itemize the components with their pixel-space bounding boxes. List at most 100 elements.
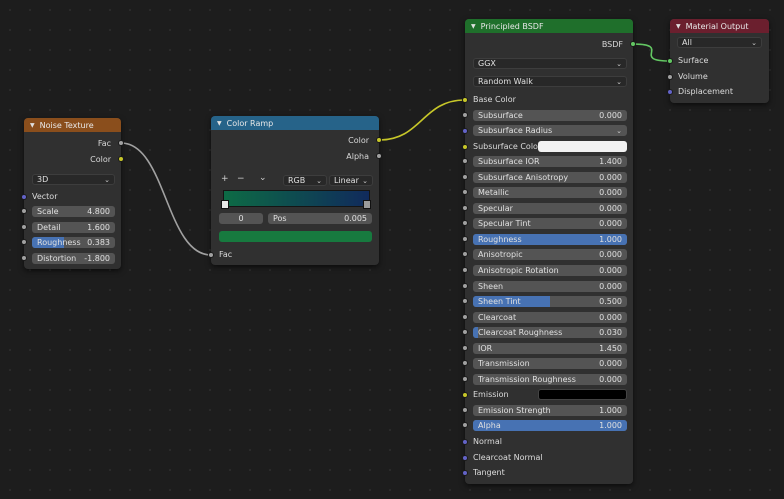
sheen-input-socket[interactable] (462, 283, 468, 289)
subsurface-input-socket[interactable] (462, 112, 468, 118)
clearcoat-roughness-input-socket[interactable] (462, 329, 468, 335)
clearcoat-field[interactable]: Clearcoat 0.000 (473, 312, 627, 323)
roughness-label: Roughness (478, 235, 522, 244)
transmission-roughness-field[interactable]: Transmission Roughness 0.000 (473, 374, 627, 385)
volume-input-socket[interactable] (667, 74, 673, 80)
color-output-socket[interactable] (376, 137, 382, 143)
subsurface-label: Subsurface (478, 111, 523, 120)
surface-input-socket[interactable] (667, 58, 673, 64)
roughness-input-socket[interactable] (462, 236, 468, 242)
fac-input-socket[interactable] (208, 252, 214, 258)
clearcoat-roughness-field[interactable]: Clearcoat Roughness 0.030 (473, 327, 627, 338)
scale-input-socket[interactable] (21, 208, 27, 214)
emission-color-swatch[interactable] (538, 389, 627, 400)
active-stop-color-swatch[interactable] (219, 231, 372, 242)
target-dropdown[interactable]: All ⌄ (677, 37, 762, 48)
alpha-value: 1.000 (599, 421, 622, 430)
anisotropic-field[interactable]: Anisotropic 0.000 (473, 249, 627, 260)
stop-index-field[interactable]: 0 (219, 213, 263, 224)
vector-label: Vector (32, 192, 58, 201)
base-color-input-socket[interactable] (462, 97, 468, 103)
dimension-dropdown[interactable]: 3D ⌄ (32, 174, 115, 185)
material-output-header[interactable]: ▼ Material Output (670, 19, 769, 33)
tangent-input-socket[interactable] (462, 470, 468, 476)
subsurface-radius-dropdown[interactable]: Subsurface Radius ⌄ (473, 125, 627, 136)
emission-input-socket[interactable] (462, 392, 468, 398)
distribution-dropdown[interactable]: GGX ⌄ (473, 58, 627, 69)
collapse-icon[interactable]: ▼ (676, 23, 681, 30)
metallic-input-socket[interactable] (462, 189, 468, 195)
distortion-field[interactable]: Distortion -1.800 (32, 253, 115, 264)
specular-tint-input-socket[interactable] (462, 220, 468, 226)
transmission-input-socket[interactable] (462, 360, 468, 366)
metallic-field[interactable]: Metallic 0.000 (473, 187, 627, 198)
ior-field[interactable]: IOR 1.450 (473, 343, 627, 354)
subsurface-field[interactable]: Subsurface 0.000 (473, 110, 627, 121)
anisotropic-rotation-field[interactable]: Anisotropic Rotation 0.000 (473, 265, 627, 276)
roughness-input-socket[interactable] (21, 239, 27, 245)
principled-bsdf-header[interactable]: ▼ Principled BSDF (465, 19, 633, 33)
subsurface-anisotropy-input-socket[interactable] (462, 174, 468, 180)
subsurface-anisotropy-field[interactable]: Subsurface Anisotropy 0.000 (473, 172, 627, 183)
emission-label: Emission (473, 390, 509, 399)
vector-input-socket[interactable] (21, 194, 27, 200)
ior-input-socket[interactable] (462, 345, 468, 351)
noise-texture-header[interactable]: ▼ Noise Texture (24, 118, 121, 132)
specular-input-socket[interactable] (462, 205, 468, 211)
subsurface-method-dropdown[interactable]: Random Walk ⌄ (473, 76, 627, 87)
color-ramp-header[interactable]: ▼ Color Ramp (211, 116, 379, 130)
color-mode-dropdown[interactable]: RGB ⌄ (283, 175, 327, 186)
color-ramp-node[interactable]: ▼ Color Ramp Color Alpha + − ⌄ RGB ⌄ Line… (208, 116, 382, 265)
subsurface-ior-field[interactable]: Subsurface IOR 1.400 (473, 156, 627, 167)
material-output-node[interactable]: ▼ Material Output All ⌄ Surface Volume Di… (667, 19, 769, 103)
anisotropic-input-socket[interactable] (462, 251, 468, 257)
anisotropic-value: 0.000 (599, 250, 622, 259)
add-stop-button[interactable]: + (221, 174, 229, 184)
collapse-icon[interactable]: ▼ (471, 23, 476, 30)
detail-field[interactable]: Detail 1.600 (32, 222, 115, 233)
sheen-tint-input-socket[interactable] (462, 298, 468, 304)
anisotropic-rotation-input-socket[interactable] (462, 267, 468, 273)
bsdf-output-socket[interactable] (630, 41, 636, 47)
subsurface-ior-input-socket[interactable] (462, 158, 468, 164)
color-ramp-gradient[interactable] (223, 190, 370, 207)
subsurface-color-input-socket[interactable] (462, 144, 468, 150)
alpha-input-socket[interactable] (462, 422, 468, 428)
fac-output-socket[interactable] (118, 140, 124, 146)
roughness-field[interactable]: Roughness 0.383 (32, 237, 115, 248)
normal-input-socket[interactable] (462, 439, 468, 445)
interpolation-dropdown[interactable]: Linear ⌄ (329, 175, 373, 186)
distortion-input-socket[interactable] (21, 255, 27, 261)
emission-strength-field[interactable]: Emission Strength 1.000 (473, 405, 627, 416)
clearcoat-normal-input-socket[interactable] (462, 455, 468, 461)
collapse-icon[interactable]: ▼ (217, 120, 222, 127)
alpha-output-socket[interactable] (376, 153, 382, 159)
alpha-field[interactable]: Alpha 1.000 (473, 420, 627, 431)
sheen-field[interactable]: Sheen 0.000 (473, 281, 627, 292)
remove-stop-button[interactable]: − (237, 174, 245, 184)
principled-bsdf-node[interactable]: ▼ Principled BSDF BSDF GGX ⌄ Random Walk ⌄… (462, 19, 636, 484)
sheen-tint-field[interactable]: Sheen Tint 0.500 (473, 296, 627, 307)
specular-tint-field[interactable]: Specular Tint 0.000 (473, 218, 627, 229)
collapse-icon[interactable]: ▼ (30, 122, 35, 129)
transmission-field[interactable]: Transmission 0.000 (473, 358, 627, 369)
position-field[interactable]: Pos 0.005 (268, 213, 372, 224)
scale-field[interactable]: Scale 4.800 (32, 206, 115, 217)
subsurface-radius-input-socket[interactable] (462, 128, 468, 134)
displacement-input-socket[interactable] (667, 89, 673, 95)
subsurface-color-swatch[interactable] (538, 141, 627, 152)
ior-value: 1.450 (599, 344, 622, 353)
roughness-field[interactable]: Roughness 1.000 (473, 234, 627, 245)
color-output-socket[interactable] (118, 156, 124, 162)
transmission-roughness-input-socket[interactable] (462, 376, 468, 382)
noise-texture-node[interactable]: ▼ Noise Texture Fac Color 3D ⌄ Vector Sca… (21, 118, 124, 269)
specular-field[interactable]: Specular 0.000 (473, 203, 627, 214)
ramp-menu-button[interactable]: ⌄ (259, 173, 267, 183)
emission-strength-input-socket[interactable] (462, 407, 468, 413)
normal-label: Normal (473, 437, 502, 446)
detail-input-socket[interactable] (21, 224, 27, 230)
clearcoat-input-socket[interactable] (462, 314, 468, 320)
ramp-stop-right[interactable] (363, 200, 371, 209)
ramp-stop-left[interactable] (221, 200, 229, 209)
output-alpha: Alpha (211, 149, 379, 163)
